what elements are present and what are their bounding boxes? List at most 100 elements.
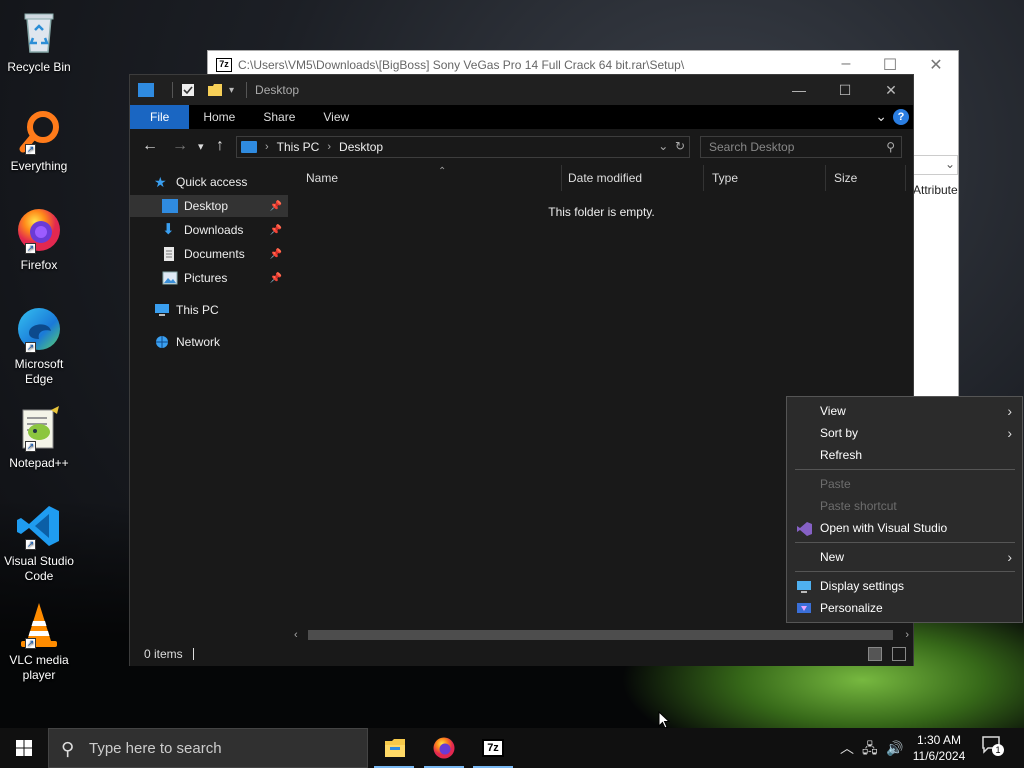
back-arrow-icon[interactable]: ← [142,137,158,155]
menu-item-refresh[interactable]: Refresh [787,444,1022,466]
explorer-titlebar[interactable]: ▾ Desktop — ☐ ✕ [130,75,913,105]
menu-item-label: New [820,550,845,564]
tab-home[interactable]: Home [189,105,249,129]
close-button[interactable]: ✕ [916,55,956,75]
desktop-icon-label: Everything [10,159,68,173]
submenu-chevron-icon: › [1007,403,1012,419]
large-icons-view-button[interactable] [892,647,906,661]
horizontal-scrollbar[interactable]: ‹ › [290,627,913,643]
menu-item-open-with-visual-studio[interactable]: Open with Visual Studio [787,517,1022,539]
desktop-icon-recycle-bin[interactable]: Recycle Bin [2,8,76,75]
menu-item-personalize[interactable]: Personalize [787,597,1022,619]
address-controls: ⌄ ↻ [658,139,685,153]
menu-item-sort-by[interactable]: Sort by › [787,422,1022,444]
desktop-icon-label: Microsoft Edge [14,357,64,386]
help-icon[interactable]: ? [893,109,909,125]
7zip-dropdown[interactable]: ⌄ [908,155,958,175]
menu-item-label: Open with Visual Studio [820,521,948,535]
address-bar[interactable]: › This PC › Desktop ⌄ ↻ [236,136,690,158]
show-hidden-icons-chevron-icon[interactable]: ︿ [840,728,854,768]
properties-icon[interactable] [181,83,197,97]
shortcut-arrow-icon: ↗ [25,638,36,649]
start-button[interactable] [0,728,48,768]
system-clock[interactable]: 1:30 AM 11/6/2024 [908,732,970,764]
up-arrow-icon[interactable]: ↑ [216,137,224,155]
forward-arrow-icon[interactable]: → [172,137,188,155]
nav-quick-access[interactable]: ★ Quick access [130,171,288,193]
picture-icon [162,271,178,285]
sort-ascending-icon: ⌃ [438,166,447,177]
clock-date: 11/6/2024 [912,749,966,763]
menu-item-paste-shortcut[interactable]: Paste shortcut [787,495,1022,517]
taskbar-firefox[interactable] [420,728,468,768]
new-folder-icon[interactable] [207,83,223,97]
menu-item-paste[interactable]: Paste [787,473,1022,495]
recent-locations-chevron-icon[interactable]: ▾ [198,140,204,153]
address-dropdown-chevron-icon[interactable]: ⌄ [658,139,668,153]
minimize-button[interactable]: — [776,75,822,105]
breadcrumb-this-pc[interactable]: This PC [277,140,320,154]
breadcrumb-chevron-icon[interactable]: › [265,141,269,153]
nav-this-pc[interactable]: This PC [130,299,288,321]
desktop-icon-notepadpp[interactable]: ↗ Notepad++ [2,404,76,471]
volume-icon[interactable]: 🔊 [886,728,903,768]
taskbar-7zip[interactable]: 7z [469,728,517,768]
shortcut-arrow-icon: ↗ [25,144,36,155]
column-header-type[interactable]: Type [704,165,826,191]
column-header-size[interactable]: Size [826,165,906,191]
expand-ribbon-chevron-icon[interactable]: ⌄ [875,108,887,125]
scrollbar-thumb[interactable] [308,630,893,640]
tab-file[interactable]: File [130,105,190,129]
pin-icon[interactable]: 📌 [270,225,282,236]
tab-share[interactable]: Share [249,105,309,129]
desktop-icon-everything[interactable]: ↗ Everything [2,107,76,174]
nav-desktop[interactable]: Desktop 📌 [130,195,288,217]
minimize-button[interactable]: – [826,55,866,73]
breadcrumb-chevron-icon[interactable]: › [327,141,331,153]
desktop-icon-edge[interactable]: ↗ Microsoft Edge [2,305,76,387]
navigation-pane: ★ Quick access Desktop 📌 ⬇ Downloads 📌 D… [130,165,288,637]
menu-item-new[interactable]: New › [787,546,1022,568]
close-button[interactable]: ✕ [868,75,914,105]
pin-icon[interactable]: 📌 [270,201,282,212]
maximize-button[interactable]: ☐ [870,55,910,75]
refresh-icon[interactable]: ↻ [675,139,685,153]
menu-item-view[interactable]: View › [787,400,1022,422]
network-icon [154,335,170,349]
maximize-button[interactable]: ☐ [822,75,868,105]
shortcut-arrow-icon: ↗ [25,539,36,550]
nav-label: Quick access [176,175,248,189]
search-box[interactable]: Search Desktop ⚲ [700,136,902,158]
column-header-date-modified[interactable]: Date modified [560,165,704,191]
column-header-attributes[interactable]: Attribute [913,183,958,197]
scroll-right-arrow-icon[interactable]: › [905,627,909,643]
breadcrumb-desktop[interactable]: Desktop [339,140,383,154]
scroll-left-arrow-icon[interactable]: ‹ [294,627,298,643]
customize-quick-access-icon[interactable]: ▾ [229,85,234,96]
desktop-icon-vscode[interactable]: ↗ Visual Studio Code [2,502,76,584]
column-header-name[interactable]: ⌃ Name [298,165,562,191]
details-view-button[interactable] [868,647,882,661]
pin-icon[interactable]: 📌 [270,249,282,260]
nav-pictures[interactable]: Pictures 📌 [130,267,288,289]
menu-item-display-settings[interactable]: Display settings [787,575,1022,597]
firefox-icon [433,737,455,759]
explorer-window-icon [138,83,154,97]
network-tray-icon[interactable]: 🖧 [862,728,878,768]
nav-label: Pictures [184,271,228,285]
desktop-icon-firefox[interactable]: ↗ Firefox [2,206,76,273]
taskbar-search-box[interactable]: ⚲ Type here to search [48,728,368,768]
notifications-icon[interactable]: 1 [982,736,1004,758]
7zip-icon: 7z [482,739,504,757]
nav-network[interactable]: Network [130,331,288,353]
tab-view[interactable]: View [309,105,363,129]
nav-documents[interactable]: Documents 📌 [130,243,288,265]
everything-icon: ↗ [15,107,63,155]
taskbar-file-explorer[interactable] [370,728,418,768]
document-icon [162,247,178,261]
firefox-icon: ↗ [15,206,63,254]
nav-downloads[interactable]: ⬇ Downloads 📌 [130,219,288,241]
notepad-plus-plus-icon: ↗ [15,404,63,452]
pin-icon[interactable]: 📌 [270,273,282,284]
desktop-icon-vlc[interactable]: ↗ VLC media player [2,601,76,683]
